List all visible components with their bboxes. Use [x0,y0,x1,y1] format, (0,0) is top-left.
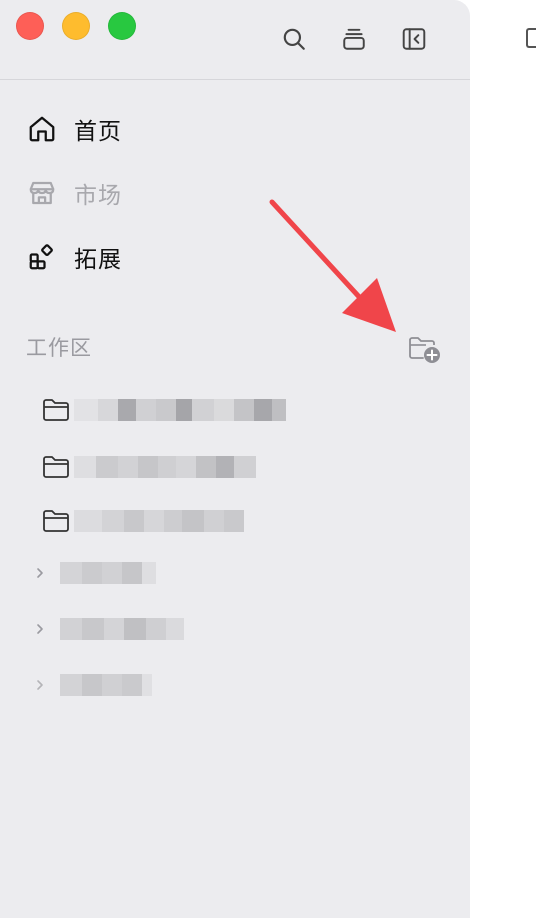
workspace-group-item[interactable] [34,672,152,698]
minimize-window-button[interactable] [62,12,90,40]
workspace-folder-item[interactable] [42,506,244,536]
folder-icon [43,510,69,532]
sidebar-collapse-icon[interactable] [399,24,429,54]
workspace-group-item[interactable] [34,560,156,586]
extensions-icon [26,241,58,273]
title-bar [0,0,470,80]
redacted-name [74,456,256,478]
nav-item-home[interactable]: 首页 [26,109,122,149]
chevron-right-icon[interactable] [34,678,46,692]
redacted-name [74,399,286,421]
search-icon[interactable] [279,24,309,54]
workspace-folder-item[interactable] [42,395,286,425]
close-window-button[interactable] [16,12,44,40]
chevron-right-icon[interactable] [34,622,46,636]
nav-item-market[interactable]: 市场 [26,173,122,213]
content-panel-icon [526,28,536,48]
workspace-folder-item[interactable] [42,452,256,482]
store-icon [26,177,58,209]
redacted-name [60,618,184,640]
maximize-window-button[interactable] [108,12,136,40]
workspace-group-item[interactable] [34,616,184,642]
stack-icon[interactable] [339,24,369,54]
redacted-name [74,510,244,532]
nav-item-extensions[interactable]: 拓展 [26,237,122,277]
chevron-right-icon[interactable] [34,566,46,580]
folder-icon [43,399,69,421]
redacted-name [60,674,152,696]
nav-item-label: 拓展 [74,247,122,273]
folder-add-icon[interactable] [406,332,442,366]
redacted-name [60,562,156,584]
workspace-title: 工作区 [26,336,92,360]
sidebar: 首页 市场 拓展 工作区 [0,0,470,918]
nav-item-label: 市场 [74,183,122,209]
home-icon [26,113,58,145]
nav-item-label: 首页 [74,119,122,145]
folder-icon [43,456,69,478]
